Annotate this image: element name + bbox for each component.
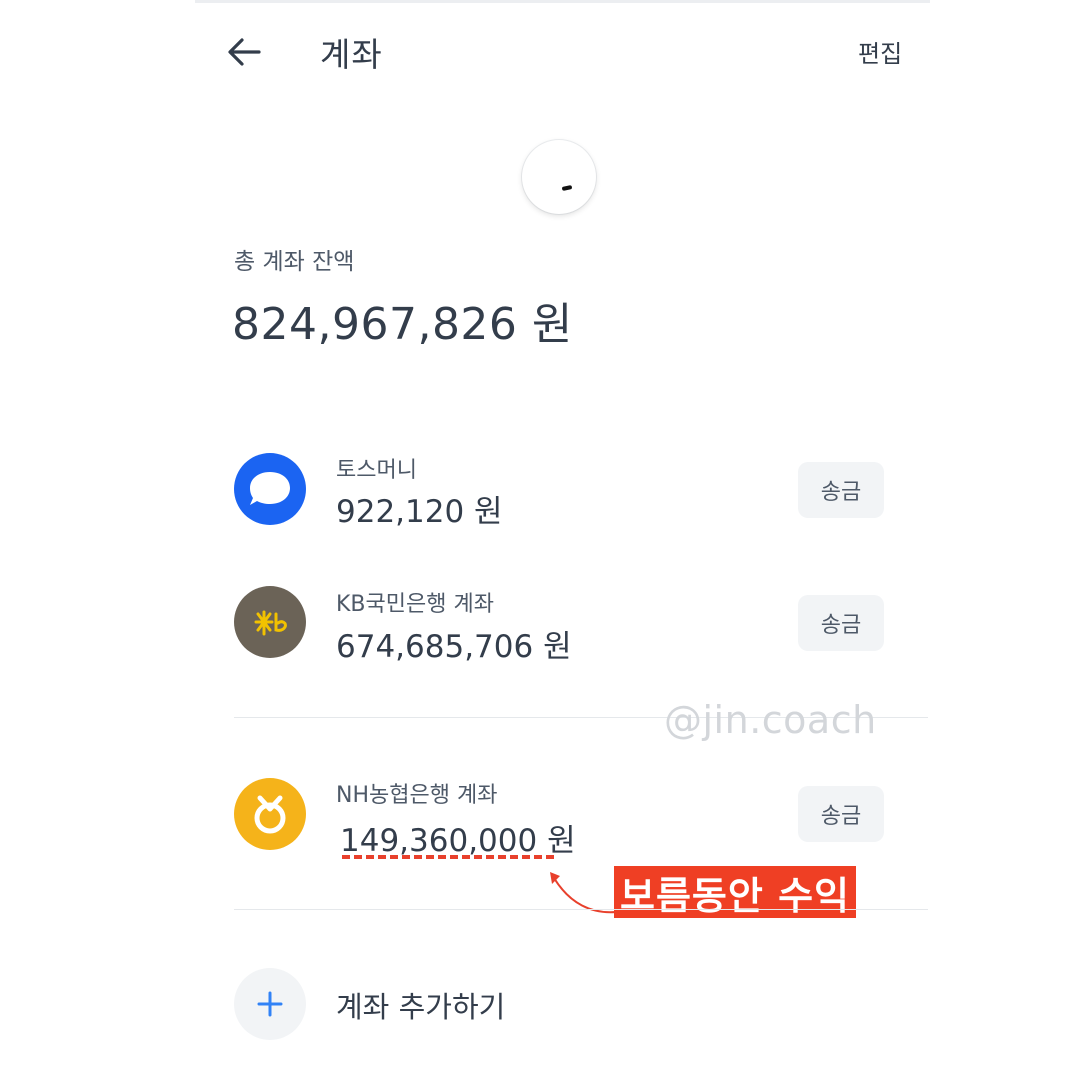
- add-account-label[interactable]: 계좌 추가하기: [336, 984, 505, 1026]
- kb-bank-logo-icon: [234, 586, 306, 658]
- send-button[interactable]: 송금: [798, 462, 884, 518]
- avatar: [522, 140, 596, 214]
- account-amount: 149,360,000 원: [340, 823, 576, 859]
- nh-bank-logo-icon: [234, 778, 306, 850]
- back-button[interactable]: [222, 30, 266, 74]
- account-name: NH농협은행 계좌: [336, 783, 498, 808]
- add-account-button[interactable]: [234, 968, 306, 1040]
- account-amount: 922,120 원: [336, 494, 503, 530]
- send-button[interactable]: 송금: [798, 786, 884, 842]
- profit-callout: 보름동안 수익: [614, 866, 856, 918]
- highlight-underline: [342, 855, 554, 859]
- send-button[interactable]: 송금: [798, 595, 884, 651]
- toss-logo-icon: [234, 453, 306, 525]
- plus-icon: [257, 991, 283, 1017]
- total-balance-amount: 824,967,826 원: [232, 299, 573, 350]
- watermark: @jin.coach: [664, 698, 877, 742]
- callout-arrow-icon: [550, 872, 617, 914]
- account-name: 토스머니: [336, 458, 417, 483]
- total-balance-label: 총 계좌 잔액: [234, 249, 355, 275]
- top-divider: [195, 0, 930, 3]
- page-title: 계좌: [320, 35, 383, 74]
- account-amount: 674,685,706 원: [336, 629, 572, 665]
- section-divider: [234, 909, 928, 910]
- arrow-left-icon: [228, 38, 261, 66]
- account-name: KB국민은행 계좌: [336, 592, 494, 617]
- edit-button[interactable]: 편집: [858, 34, 902, 69]
